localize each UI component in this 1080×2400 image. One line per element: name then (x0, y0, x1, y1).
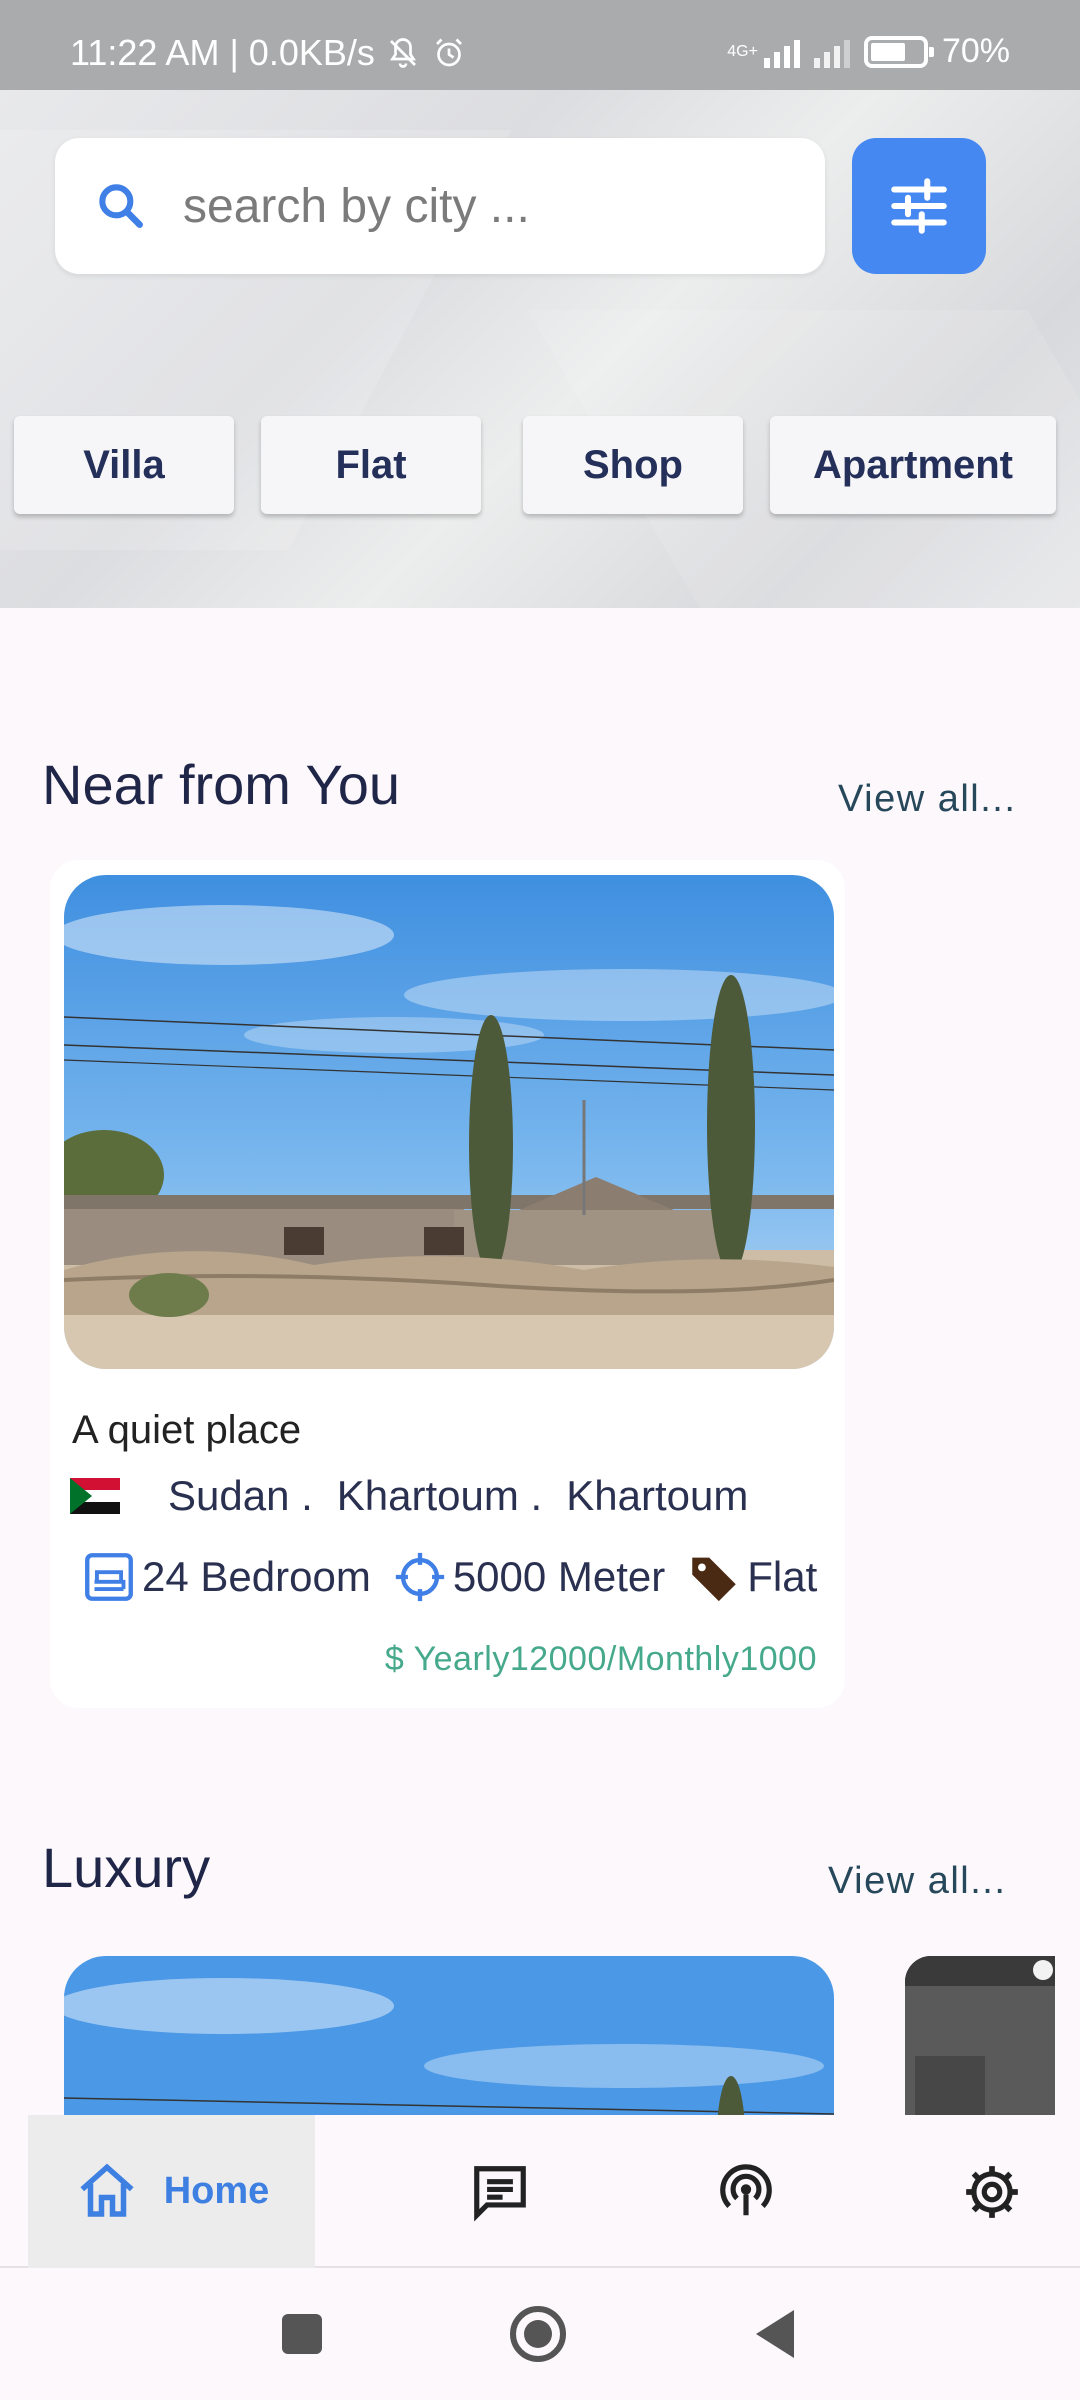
nav-broadcast[interactable] (686, 2115, 806, 2268)
luxury-image-2 (905, 1956, 1055, 2116)
home-button[interactable] (510, 2306, 566, 2362)
section-title-near: Near from You (42, 753, 400, 816)
property-location: Sudan . Khartoum . Khartoum (70, 1472, 772, 1520)
tag-icon (692, 1557, 737, 1602)
sudan-flag-icon (70, 1478, 120, 1514)
nav-settings[interactable] (932, 2115, 1052, 2268)
property-price: $ Yearly12000/Monthly1000 (384, 1640, 817, 1678)
location-city: Khartoum (566, 1472, 749, 1519)
status-time: 11:22 AM (70, 32, 220, 73)
chip-villa[interactable]: Villa (14, 416, 234, 514)
view-all-near[interactable]: View all... (838, 778, 1016, 821)
property-title: A quiet place (72, 1408, 302, 1452)
bedrooms-count: 24 Bedroom (142, 1553, 371, 1600)
section-title-luxury: Luxury (42, 1836, 211, 1899)
location-state: Khartoum . (336, 1472, 543, 1519)
chip-apartment[interactable]: Apartment (770, 416, 1056, 514)
chip-flat[interactable]: Flat (261, 416, 481, 514)
bed-icon (85, 1553, 133, 1601)
status-separator: | (229, 32, 239, 73)
luxury-image-1 (64, 1956, 834, 2116)
area-size: 5000 Meter (452, 1553, 666, 1600)
property-photo (64, 875, 834, 1369)
property-image (64, 875, 834, 1369)
signal-icon (763, 36, 800, 68)
nav-home[interactable]: Home (28, 2115, 315, 2268)
property-features: 24 Bedroom 5000 Meter Flat (80, 1548, 837, 1606)
location-country: Sudan . (168, 1472, 313, 1519)
property-type: Flat (747, 1553, 818, 1600)
status-bar: 11:22 AM | 0.0KB/s 4G+ 70% (0, 0, 1080, 90)
tune-icon (891, 178, 947, 234)
bottom-navigation: Home (0, 2115, 1080, 2268)
status-left: 11:22 AM | 0.0KB/s (70, 32, 467, 74)
battery-icon (863, 35, 934, 68)
category-chips: Villa Flat Shop Apartment (0, 416, 1080, 516)
nav-messages[interactable] (440, 2115, 560, 2268)
search-bar[interactable] (55, 138, 825, 274)
bell-off-icon (389, 38, 416, 68)
status-right: 4G+ 70% (727, 32, 1010, 71)
status-speed: 0.0KB/s (248, 32, 375, 73)
luxury-photo-1[interactable] (64, 1956, 834, 2116)
settings-icon (966, 2165, 1018, 2218)
chip-shop[interactable]: Shop (523, 416, 743, 514)
view-all-luxury[interactable]: View all... (828, 1860, 1006, 1903)
alarm-icon (435, 38, 462, 67)
battery-level: 70% (941, 32, 1010, 70)
podcast-icon (720, 2163, 772, 2215)
property-card[interactable]: A quiet place Sudan . Khartoum . Khartou… (50, 860, 845, 1708)
network-type: 4G+ (727, 42, 758, 60)
signal-icon-2 (813, 36, 850, 68)
recents-button[interactable] (282, 2314, 322, 2354)
search-icon (99, 184, 143, 228)
message-icon (474, 2165, 526, 2221)
nav-home-label: Home (163, 2170, 270, 2212)
header: Villa Flat Shop Apartment (0, 90, 1080, 608)
filter-button[interactable] (852, 138, 986, 274)
back-button[interactable] (756, 2310, 794, 2358)
search-input[interactable] (183, 178, 743, 234)
system-navigation (0, 2270, 1080, 2400)
crosshair-icon (395, 1552, 444, 1602)
luxury-photo-2[interactable] (905, 1956, 1055, 2116)
home-icon (80, 2163, 134, 2217)
